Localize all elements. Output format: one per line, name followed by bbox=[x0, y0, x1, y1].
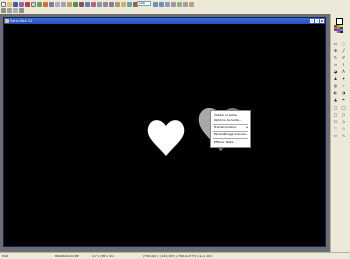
menu-item-label: Transformation bbox=[214, 125, 237, 129]
star-shape-icon[interactable]: ☆ bbox=[340, 126, 347, 132]
menu-item-label: Options de texte... bbox=[214, 118, 242, 122]
menu-item-transformation[interactable]: Transformation ▸ bbox=[211, 125, 250, 130]
blur-icon[interactable]: ◍ bbox=[332, 83, 339, 89]
pen-icon[interactable]: ✒ bbox=[340, 97, 347, 103]
color-adjust-icon[interactable] bbox=[115, 1, 120, 7]
ellipse-icon[interactable]: ◯ bbox=[340, 105, 347, 111]
scan-icon[interactable] bbox=[37, 1, 42, 7]
zoom-in-icon[interactable] bbox=[153, 1, 158, 7]
status-image-size: 800x600x24 BP bbox=[55, 254, 79, 258]
status-zoom-info: 0,7 x (85 x 91) bbox=[92, 254, 115, 258]
pencil-icon[interactable]: ✎ bbox=[332, 55, 339, 61]
brightness-icon[interactable] bbox=[121, 1, 126, 7]
tool-option-2-icon[interactable] bbox=[7, 7, 12, 13]
menu-separator bbox=[213, 138, 248, 139]
window-title: Sans titre 12 bbox=[10, 19, 33, 23]
burn-icon[interactable]: ◑ bbox=[340, 90, 347, 96]
tools-panel: ▭ ◌ ✥ ╱ ✎ ✐ ▱ ⌇ ◕ A ♟ ✦ ◍ ☝ ◐ ◑ ▲ ✒ ▢ ◯ … bbox=[330, 14, 350, 252]
fit-window-icon[interactable] bbox=[165, 1, 170, 7]
flip-icon[interactable] bbox=[103, 1, 108, 7]
eyedropper-icon[interactable]: ⌇ bbox=[340, 62, 347, 68]
menu-item-manual-settings[interactable]: Paramétrage manuel... bbox=[211, 132, 250, 137]
save-icon[interactable] bbox=[13, 1, 18, 7]
copy-icon[interactable] bbox=[61, 1, 66, 7]
menu-item-label: Paramétrage manuel... bbox=[214, 132, 249, 136]
color-palette[interactable] bbox=[334, 16, 345, 38]
cut-icon[interactable] bbox=[55, 1, 60, 7]
image-canvas[interactable] bbox=[6, 26, 324, 245]
move-icon[interactable]: ✥ bbox=[332, 48, 339, 54]
magic-wand-icon[interactable]: ✦ bbox=[340, 76, 347, 82]
undo-icon[interactable] bbox=[73, 1, 78, 7]
export-icon[interactable] bbox=[49, 1, 54, 7]
status-coordinates: (756,40) ⇐ (142,187) (-756,0+577) (-9+1,… bbox=[143, 254, 212, 258]
redo-icon[interactable] bbox=[79, 1, 84, 7]
clone-stamp-icon[interactable]: ♟ bbox=[332, 76, 339, 82]
shape-icon[interactable]: ▲ bbox=[332, 97, 339, 103]
brush-icon[interactable]: ✐ bbox=[340, 55, 347, 61]
fullscreen-icon[interactable] bbox=[177, 1, 182, 7]
context-menu: Valider le texte Options de texte... Tra… bbox=[210, 110, 251, 148]
gray-ramp-swatch[interactable] bbox=[334, 31, 343, 33]
tool-option-4-icon[interactable] bbox=[19, 7, 24, 13]
toolbar-row-2 bbox=[1, 7, 24, 13]
window-controls bbox=[310, 19, 324, 23]
foreground-color-swatch[interactable] bbox=[336, 18, 343, 25]
eraser-icon[interactable]: ▱ bbox=[332, 62, 339, 68]
main-toolbar: 100 bbox=[0, 0, 350, 15]
tool-option-1-icon[interactable] bbox=[1, 7, 6, 13]
freeform-icon[interactable]: ◇ bbox=[340, 119, 347, 125]
zoom-out-icon[interactable] bbox=[159, 1, 164, 7]
rounded-rectangle-icon[interactable]: ▢ bbox=[332, 112, 339, 118]
import-icon[interactable] bbox=[43, 1, 48, 7]
polygon-icon[interactable]: ⬠ bbox=[332, 119, 339, 125]
zoom-combo[interactable]: 100 bbox=[137, 1, 151, 6]
text-tool-icon[interactable]: A bbox=[340, 69, 347, 75]
menu-item-text-options[interactable]: Options de texte... bbox=[211, 118, 250, 123]
paste-icon[interactable] bbox=[67, 1, 72, 7]
circle-icon[interactable]: ○ bbox=[340, 112, 347, 118]
menu-item-label: Effacer Texte bbox=[214, 140, 234, 144]
window-app-icon bbox=[5, 19, 9, 23]
heart-shape-white bbox=[147, 120, 185, 156]
new-file-icon[interactable] bbox=[1, 1, 6, 7]
maximize-icon[interactable] bbox=[315, 19, 319, 23]
fill-bucket-icon[interactable]: ◕ bbox=[332, 69, 339, 75]
rotate-icon[interactable] bbox=[97, 1, 102, 7]
close-icon[interactable] bbox=[320, 19, 324, 23]
line-icon[interactable]: ╱ bbox=[340, 48, 347, 54]
dodge-icon[interactable]: ◐ bbox=[332, 90, 339, 96]
select-rectangle-icon[interactable]: ▭ bbox=[332, 41, 339, 47]
help-icon[interactable] bbox=[189, 1, 194, 7]
menu-item-delete-text[interactable]: Effacer Texte bbox=[211, 140, 250, 145]
image-window: Sans titre 12 bbox=[3, 17, 326, 247]
effects-icon[interactable] bbox=[109, 1, 114, 7]
status-ready: Prêt bbox=[2, 254, 8, 258]
grid-icon[interactable] bbox=[183, 1, 188, 7]
heart-shape-icon[interactable]: ♡ bbox=[332, 126, 339, 132]
layers-icon[interactable] bbox=[127, 1, 132, 7]
minimize-icon[interactable] bbox=[310, 19, 314, 23]
smudge-icon[interactable]: ☝ bbox=[340, 83, 347, 89]
actual-size-icon[interactable] bbox=[171, 1, 176, 7]
toolbar-row-1b bbox=[153, 1, 194, 7]
open-folder-icon[interactable] bbox=[7, 1, 12, 7]
menu-item-label: Valider le texte bbox=[214, 113, 237, 117]
arrow-shape-icon[interactable]: ⇨ bbox=[332, 133, 339, 139]
window-titlebar[interactable]: Sans titre 12 bbox=[4, 18, 325, 24]
print-icon[interactable] bbox=[31, 1, 36, 7]
resize-icon[interactable] bbox=[85, 1, 90, 7]
select-lasso-icon[interactable]: ◌ bbox=[340, 41, 347, 47]
close-file-icon[interactable] bbox=[25, 1, 30, 7]
submenu-arrow-icon: ▸ bbox=[246, 125, 248, 129]
tool-option-3-icon[interactable] bbox=[13, 7, 18, 13]
save-all-icon[interactable] bbox=[19, 1, 24, 7]
curve-icon[interactable]: ∿ bbox=[340, 133, 347, 139]
rectangle-icon[interactable]: ▢ bbox=[332, 105, 339, 111]
crop-icon[interactable] bbox=[91, 1, 96, 7]
